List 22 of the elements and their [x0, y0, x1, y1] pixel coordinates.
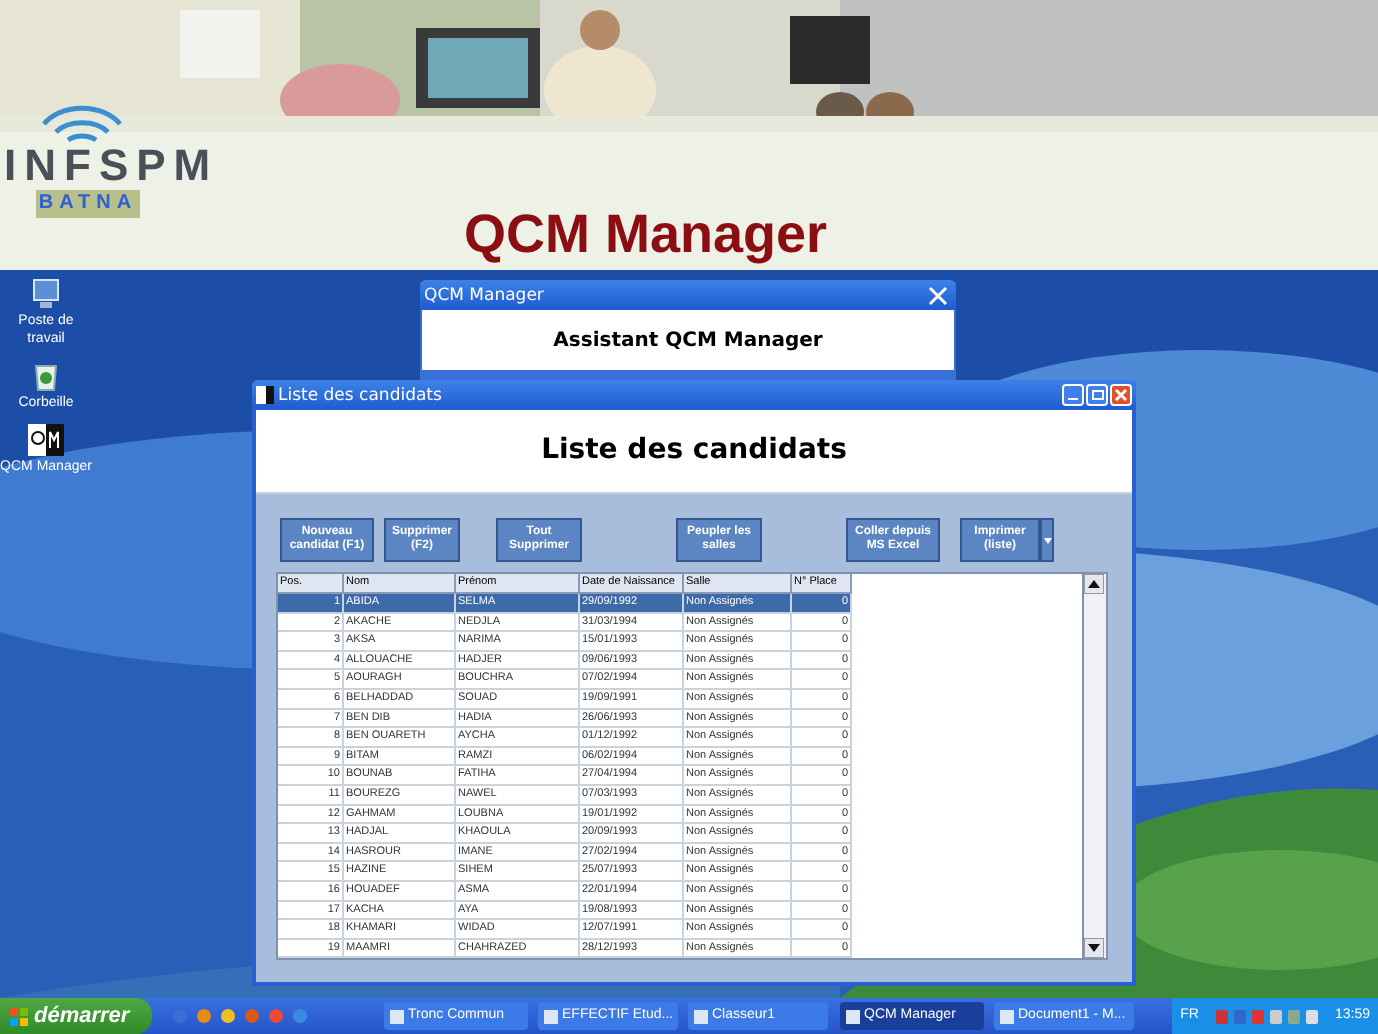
window-title: QCM Manager [424, 285, 544, 305]
logo-city: BATNA [36, 190, 140, 218]
logo-text: INFSPM [4, 142, 219, 190]
close-icon[interactable] [928, 285, 948, 305]
slide-title: QCM Manager [464, 202, 828, 268]
recycle-bin-icon [32, 360, 60, 392]
scroll-down-icon[interactable] [1084, 938, 1104, 958]
minimize-button[interactable] [1062, 384, 1084, 406]
maximize-button[interactable] [1086, 384, 1108, 406]
window-title: Liste des candidats [278, 385, 442, 405]
dropdown-button[interactable] [1040, 518, 1054, 562]
scrollbar[interactable] [1084, 572, 1108, 960]
window-heading: Liste des candidats [541, 432, 847, 470]
computer-icon [30, 278, 62, 310]
wizard-heading: Assistant QCM Manager [553, 327, 823, 355]
caret-icon [1043, 537, 1051, 543]
scroll-up-icon[interactable] [1084, 574, 1104, 594]
close-button[interactable] [1110, 384, 1132, 406]
app-icon [256, 386, 274, 404]
windows-logo-icon [10, 1007, 28, 1025]
start-button[interactable]: démarrer [0, 998, 152, 1034]
app-icon [28, 424, 64, 456]
